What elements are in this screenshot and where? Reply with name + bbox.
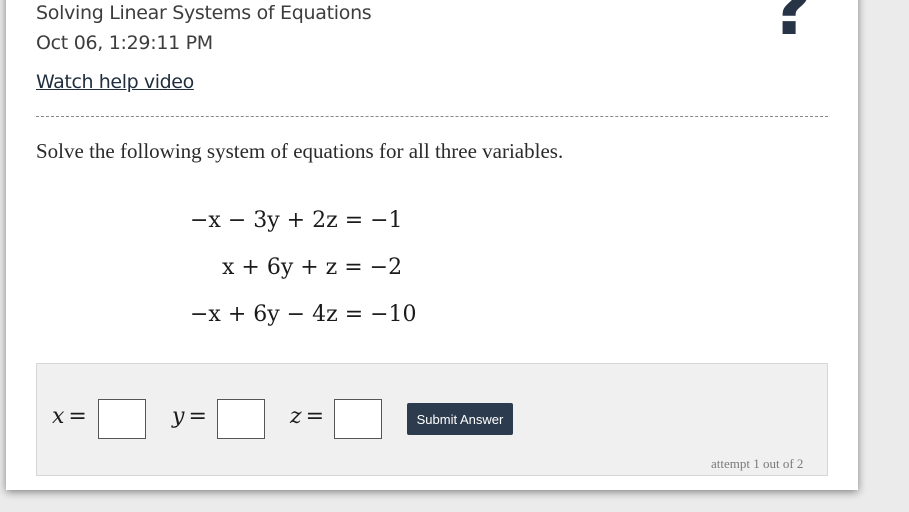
divider — [36, 116, 828, 117]
z-answer-input[interactable] — [334, 399, 382, 439]
timestamp: Oct 06, 1:29:11 PM — [36, 32, 213, 54]
help-question-icon[interactable]: ? — [770, 0, 813, 46]
equation-2: x + 6y + z = −2 — [222, 255, 403, 280]
z-label: z = — [290, 404, 325, 429]
watch-help-video-link[interactable]: Watch help video — [36, 71, 194, 93]
page-title: Solving Linear Systems of Equations — [36, 2, 372, 24]
x-label: x = — [52, 404, 87, 429]
attempt-counter: attempt 1 out of 2 — [711, 456, 804, 471]
question-prompt: Solve the following system of equations … — [36, 139, 564, 163]
x-answer-input[interactable] — [98, 399, 146, 439]
equation-3: −x + 6y − 4z = −10 — [190, 302, 417, 327]
equation-1: −x − 3y + 2z = −1 — [190, 208, 403, 233]
y-answer-input[interactable] — [217, 399, 265, 439]
submit-answer-button[interactable]: Submit Answer — [407, 403, 513, 435]
y-label: y = — [172, 404, 207, 429]
